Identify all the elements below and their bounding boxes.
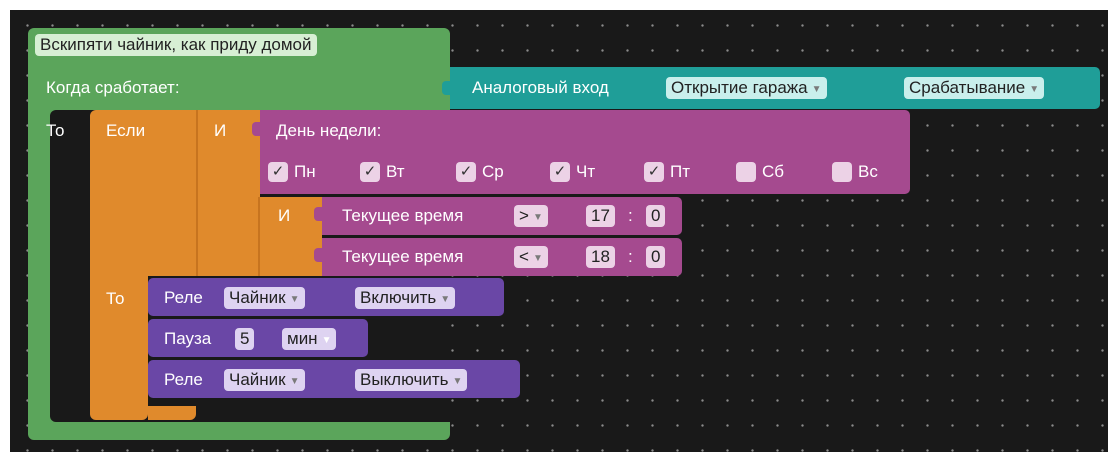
relay-on-label: Реле bbox=[164, 288, 203, 307]
and-block-outer[interactable] bbox=[196, 110, 260, 276]
weekday-label-2: Вт bbox=[386, 162, 405, 181]
relay-off-command: Выключить bbox=[360, 370, 449, 389]
weekday-checkbox-6[interactable] bbox=[736, 162, 756, 182]
weekday-checkbox-7[interactable] bbox=[832, 162, 852, 182]
relay-on-device: Чайник bbox=[229, 288, 286, 307]
weekday-label-4: Чт bbox=[576, 162, 596, 181]
analog-input-select[interactable]: Открытие гаража ▼ bbox=[666, 77, 827, 99]
analog-input-value: Открытие гаража bbox=[671, 78, 808, 97]
pause-label: Пауза bbox=[164, 329, 212, 348]
weekday-checkbox-3[interactable]: ✓ bbox=[456, 162, 476, 182]
pause-unit: мин bbox=[287, 329, 318, 348]
time-hours-field-1[interactable]: 17 bbox=[586, 205, 615, 227]
time-operator-select-1[interactable]: > ▼ bbox=[514, 205, 548, 227]
dropdown-arrow-icon: ▼ bbox=[532, 253, 543, 264]
and-label-inner: И bbox=[278, 206, 291, 225]
analog-event-select[interactable]: Срабатывание ▼ bbox=[904, 77, 1045, 99]
if-label: Если bbox=[106, 121, 146, 140]
weekday-label-1: Пн bbox=[294, 162, 316, 181]
relay-on-device-select[interactable]: Чайник ▼ bbox=[224, 287, 305, 309]
pause-value-field[interactable]: 5 bbox=[235, 328, 255, 350]
and-label-outer: И bbox=[214, 121, 227, 140]
time-separator-2: : bbox=[628, 247, 633, 266]
dropdown-arrow-icon: ▼ bbox=[321, 335, 332, 346]
relay-off-device: Чайник bbox=[229, 370, 286, 389]
time-minutes-field-2[interactable]: 0 bbox=[646, 246, 666, 268]
if-then-label: То bbox=[106, 289, 125, 308]
dropdown-arrow-icon: ▼ bbox=[811, 84, 822, 95]
analog-event-value: Срабатывание bbox=[909, 78, 1026, 97]
relay-on-command: Включить bbox=[360, 288, 437, 307]
weekday-label-7: Вс bbox=[858, 162, 878, 181]
time-condition-label-2: Текущее время bbox=[342, 247, 464, 266]
blockly-workspace[interactable]: Вскипяти чайник, как приду домой Когда с… bbox=[10, 10, 1108, 452]
relay-off-command-select[interactable]: Выключить ▼ bbox=[355, 369, 468, 391]
relay-on-command-select[interactable]: Включить ▼ bbox=[355, 287, 456, 309]
relay-off-device-select[interactable]: Чайник ▼ bbox=[224, 369, 305, 391]
weekday-checkbox-1[interactable]: ✓ bbox=[268, 162, 288, 182]
analog-input-label: Аналоговый вход bbox=[472, 78, 609, 97]
time-condition-label-1: Текущее время bbox=[342, 206, 464, 225]
pause-unit-select[interactable]: мин ▼ bbox=[282, 328, 337, 350]
weekday-checkbox-2[interactable]: ✓ bbox=[360, 162, 380, 182]
weekday-checkbox-5[interactable]: ✓ bbox=[644, 162, 664, 182]
weekday-label-6: Сб bbox=[762, 162, 785, 181]
time-operator-2: < bbox=[519, 247, 529, 266]
time-operator-1: > bbox=[519, 206, 529, 225]
weekday-checkbox-4[interactable]: ✓ bbox=[550, 162, 570, 182]
weekday-label-5: Пт bbox=[670, 162, 691, 181]
relay-off-label: Реле bbox=[164, 370, 203, 389]
dropdown-arrow-icon: ▼ bbox=[1029, 84, 1040, 95]
time-separator-1: : bbox=[628, 206, 633, 225]
dropdown-arrow-icon: ▼ bbox=[440, 294, 451, 305]
time-minutes-field-1[interactable]: 0 bbox=[646, 205, 666, 227]
weekday-label: День недели: bbox=[276, 121, 382, 140]
rule-then-label: То bbox=[46, 121, 65, 140]
time-hours-field-2[interactable]: 18 bbox=[586, 246, 615, 268]
dropdown-arrow-icon: ▼ bbox=[289, 376, 300, 387]
dropdown-arrow-icon: ▼ bbox=[452, 376, 463, 387]
dropdown-arrow-icon: ▼ bbox=[289, 294, 300, 305]
time-operator-select-2[interactable]: < ▼ bbox=[514, 246, 548, 268]
weekday-label-3: Ср bbox=[482, 162, 504, 181]
when-label: Когда сработает: bbox=[46, 78, 180, 97]
rule-title-field[interactable]: Вскипяти чайник, как приду домой bbox=[35, 34, 317, 56]
dropdown-arrow-icon: ▼ bbox=[532, 212, 543, 223]
